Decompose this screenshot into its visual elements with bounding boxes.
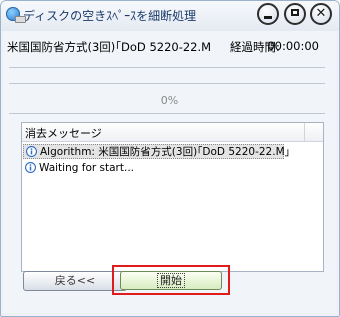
start-button-label: 開始 (157, 273, 185, 288)
list-item[interactable]: Waiting for start... (23, 161, 284, 176)
erase-method-text: 米国国防省方式(3回)｢DoD 5220-22.M (7, 40, 212, 54)
progress-percent: 0% (160, 94, 179, 107)
app-disk-icon (6, 7, 26, 23)
message-list-header-label: 消去メッセージ (25, 127, 102, 140)
window-title: ディスクの空きｽﾍﾟｰｽを細断処理 (23, 9, 197, 23)
close-button[interactable]: ✕ (310, 3, 332, 25)
elapsed-time-value: 00:00:00 (267, 39, 319, 53)
minimize-button[interactable] (257, 3, 279, 25)
column-divider (304, 123, 305, 141)
message-text: Algorithm: 米国国防省方式(3回)｢DoD 5220-22.M｣ (40, 146, 290, 158)
maximize-icon (291, 9, 299, 16)
info-icon (25, 162, 36, 173)
list-item[interactable]: Algorithm: 米国国防省方式(3回)｢DoD 5220-22.M｣ (23, 144, 290, 159)
start-button[interactable]: 開始 (120, 271, 222, 290)
maximize-button[interactable] (284, 3, 306, 25)
progress-divider (9, 113, 325, 114)
divider (9, 67, 325, 68)
erase-message-list[interactable]: 消去メッセージ Algorithm: 米国国防省方式(3回)｢DoD 5220-… (21, 122, 324, 272)
title-bar[interactable]: ディスクの空きｽﾍﾟｰｽを細断処理 ✕ (1, 1, 339, 31)
dialog-window: ディスクの空きｽﾍﾟｰｽを細断処理 ✕ 米国国防省方式(3回)｢DoD 5220… (0, 0, 340, 317)
dialog-content: 米国国防省方式(3回)｢DoD 5220-22.M 経過時間: 00:00:00… (3, 31, 336, 313)
start-button-highlight: 開始 (112, 265, 230, 295)
close-icon: ✕ (315, 6, 327, 21)
minimize-icon (264, 16, 272, 19)
message-text: Waiting for start... (39, 162, 134, 174)
info-icon (26, 146, 37, 157)
message-list-header[interactable]: 消去メッセージ (22, 123, 323, 142)
divider (9, 83, 325, 84)
